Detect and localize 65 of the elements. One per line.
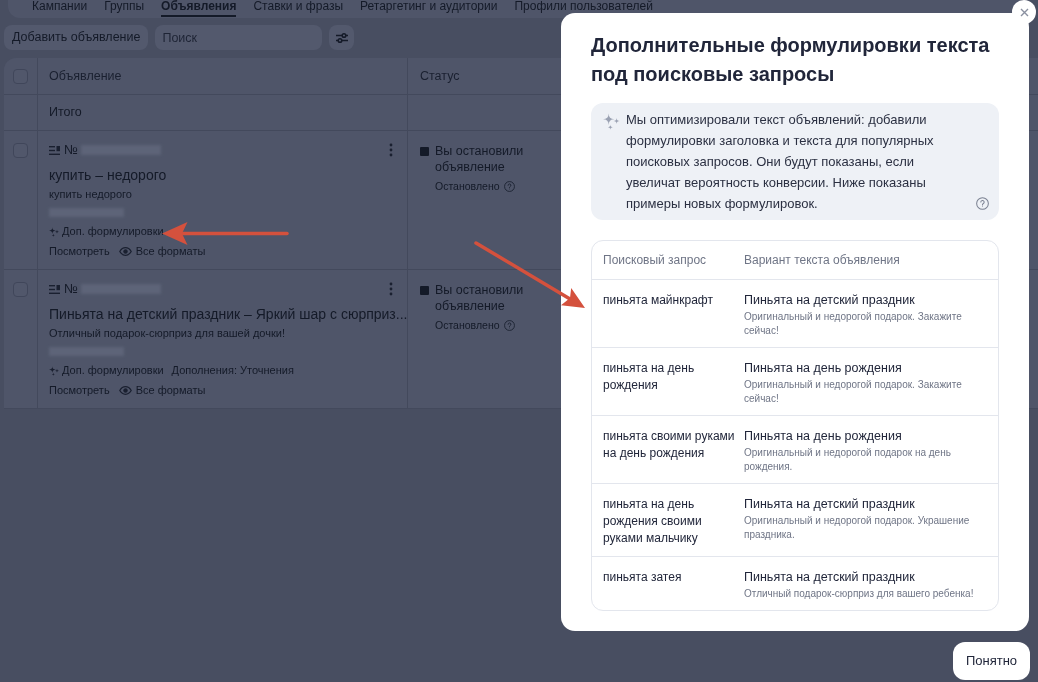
status-title: Вы остановили объявление	[435, 143, 525, 175]
sparkle-icon	[49, 365, 59, 376]
status-title: Вы остановили объявление	[435, 282, 525, 314]
eye-icon	[118, 386, 132, 395]
view-link[interactable]: Посмотреть	[49, 243, 110, 260]
help-icon	[503, 181, 515, 193]
stop-icon	[420, 147, 429, 156]
tab[interactable]: Объявления	[161, 0, 237, 17]
ad-headline: Пиньята на детский праздник	[744, 292, 915, 309]
column-header: Вариант текста объявления	[744, 252, 901, 269]
formats-link[interactable]: Все форматы	[118, 382, 206, 399]
tab[interactable]: Ретаргетинг и аудитории	[360, 0, 498, 17]
ad-title: Пиньята на детский праздник – Яркий шар с сюрприз...	[49, 306, 408, 323]
tab[interactable]: Ставки и фразы	[253, 0, 344, 17]
modal-title: Дополнительные формулировки текста под поисковые запросы	[591, 33, 991, 87]
stop-icon	[420, 286, 429, 295]
column-header: Объявление	[49, 67, 122, 85]
ad-description: Оригинальный и недорогой подарок. Закажите сейчас!	[744, 310, 963, 338]
tag-link[interactable]: Доп. формулировки	[49, 223, 164, 240]
ad-headline: Пиньята на детский праздник	[744, 569, 915, 586]
query-text: пиньята своими руками на день рождения	[603, 428, 736, 462]
status-detail: Остановлено	[435, 318, 500, 333]
query-text: пиньята на день рождения	[603, 360, 696, 394]
total-label: Итого	[49, 104, 82, 122]
ad-number: №	[64, 280, 78, 299]
info-text: Мы оптимизировали текст объявлений: добавили формулировки заголовка и текста для популярных поисковых запросов. Они будут показаны, если увеличат вероятность конверсии. Ниже показаны примеры новых формулировок.	[626, 111, 935, 213]
confirm-button[interactable]: Понятно	[953, 642, 1030, 680]
ad-number: №	[64, 141, 78, 160]
ad-description: Оригинальный и недорогой подарок. Украшение праздника.	[744, 514, 971, 542]
ad-headline: Пиньята на детский праздник	[744, 496, 915, 513]
lines-icon	[49, 145, 60, 155]
ad-description: Оригинальный и недорогой подарок. Закажите сейчас!	[744, 378, 963, 406]
column-header: Статус	[420, 67, 460, 85]
query-text: пиньята на день рождения своими руками мальчику	[603, 496, 703, 547]
lines-icon	[49, 284, 60, 294]
more-icon[interactable]	[389, 282, 393, 296]
tag-label: Дополнения: Уточнения	[171, 363, 294, 379]
tab[interactable]: Группы	[104, 0, 145, 17]
close-icon	[1019, 7, 1029, 17]
ad-headline: Пиньята на день рождения	[744, 360, 902, 377]
more-icon[interactable]	[389, 143, 393, 157]
tab[interactable]: Профили пользователей	[514, 0, 653, 17]
search-field[interactable]: Поиск	[155, 25, 323, 50]
ad-title: купить – недорого	[49, 167, 167, 184]
column-header: Поисковый запрос	[603, 252, 708, 269]
ad-description: Отличный подарок-сюрприз для вашего ребенка!	[744, 587, 974, 601]
tab[interactable]: Кампании	[32, 0, 88, 17]
ad-text: купить недорого	[49, 187, 132, 201]
sparkle-icon	[49, 226, 59, 237]
help-icon	[503, 320, 515, 332]
add-ad-button[interactable]: Добавить объявление	[4, 25, 149, 50]
help-icon	[976, 197, 989, 210]
query-text: пиньята майнкрафт	[603, 292, 714, 309]
eye-icon	[118, 247, 132, 256]
query-text: пиньята затея	[603, 569, 683, 586]
tag-link[interactable]: Доп. формулировки	[49, 362, 164, 379]
sparkle-icon	[603, 113, 620, 130]
view-link[interactable]: Посмотреть	[49, 382, 110, 399]
formats-link[interactable]: Все форматы	[118, 243, 206, 260]
ad-description: Оригинальный и недорогой подарок на день рождения.	[744, 446, 952, 474]
status-detail: Остановлено	[435, 179, 500, 194]
filter-button[interactable]	[329, 25, 355, 50]
ad-headline: Пиньята на день рождения	[744, 428, 902, 445]
ad-text: Отличный подарок-сюрприз для вашей дочки!	[49, 326, 285, 340]
sliders-icon	[334, 31, 349, 44]
